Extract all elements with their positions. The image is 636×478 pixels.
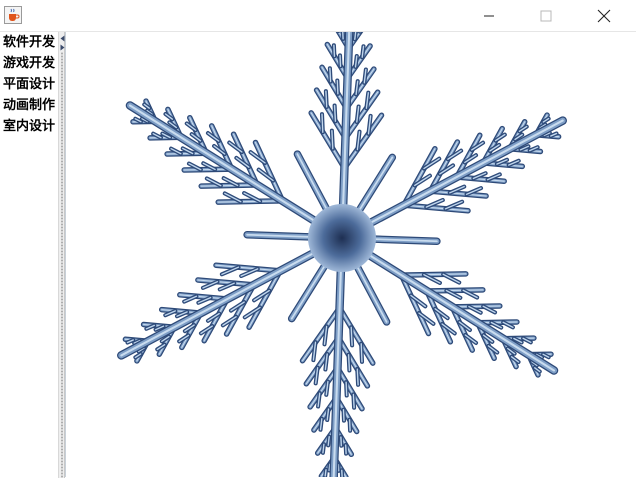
minimize-button[interactable] xyxy=(466,0,512,31)
title-bar xyxy=(0,0,636,32)
maximize-icon xyxy=(540,10,552,21)
list-item-graphic-design[interactable]: 平面设计 xyxy=(0,74,58,95)
split-pane-divider[interactable] xyxy=(58,32,65,478)
java-coffee-cup-icon[interactable] xyxy=(4,6,22,24)
maximize-button[interactable] xyxy=(523,0,569,31)
close-button[interactable] xyxy=(581,0,627,31)
list-item-software-dev[interactable]: 软件开发 xyxy=(0,32,58,53)
image-panel xyxy=(65,32,635,477)
list-item-game-dev[interactable]: 游戏开发 xyxy=(0,53,58,74)
divider-grip xyxy=(61,52,63,478)
list-item-interior-design[interactable]: 室内设计 xyxy=(0,116,58,137)
close-icon xyxy=(597,9,611,22)
snowflake-group xyxy=(117,32,567,477)
list-item-animation[interactable]: 动画制作 xyxy=(0,95,58,116)
snowflake-image xyxy=(117,32,567,477)
minimize-icon xyxy=(484,15,494,16)
category-list[interactable]: 软件开发 游戏开发 平面设计 动画制作 室内设计 xyxy=(0,32,58,478)
